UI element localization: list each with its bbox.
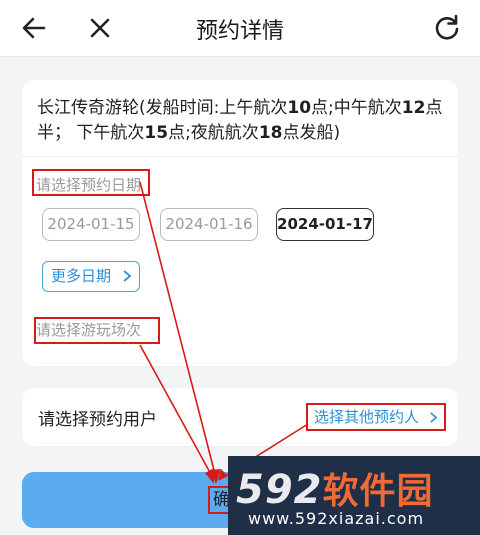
date-chip-selected[interactable]: 2024-01-17 (276, 208, 374, 241)
annotation-box (32, 169, 150, 196)
ship-schedule-title: 长江传奇游轮(发船时间:上午航次10点;中午航次12点半； 下午航次15点;夜航… (37, 98, 443, 143)
watermark-logo: 592软件园 www.592xiazai.com (228, 456, 480, 535)
watermark-url: www.592xiazai.com (248, 509, 425, 528)
page-title: 预约详情 (195, 19, 284, 44)
more-dates-label: 更多日期 (51, 267, 112, 285)
top-bar: 预约详情 (0, 0, 480, 57)
booking-card: 长江传奇游轮(发船时间:上午航次10点;中午航次12点半； 下午航次15点;夜航… (22, 80, 458, 366)
date-chip[interactable]: 2024-01-15 (42, 208, 140, 241)
user-select-card[interactable]: 请选择预约用户 选择其他预约人 (22, 388, 458, 446)
annotation-box (34, 317, 160, 344)
watermark-title: 592软件园 (236, 467, 434, 513)
refresh-icon[interactable] (431, 12, 463, 44)
other-booker-label: 选择其他预约人 (314, 408, 420, 426)
divider (22, 156, 458, 157)
more-dates-button[interactable]: 更多日期 (42, 261, 140, 292)
chevron-right-icon (430, 412, 438, 423)
date-chip[interactable]: 2024-01-16 (160, 208, 258, 241)
chevron-right-icon (123, 270, 132, 282)
user-select-label: 请选择预约用户 (38, 410, 157, 430)
other-booker-link[interactable]: 选择其他预约人 (306, 403, 446, 431)
